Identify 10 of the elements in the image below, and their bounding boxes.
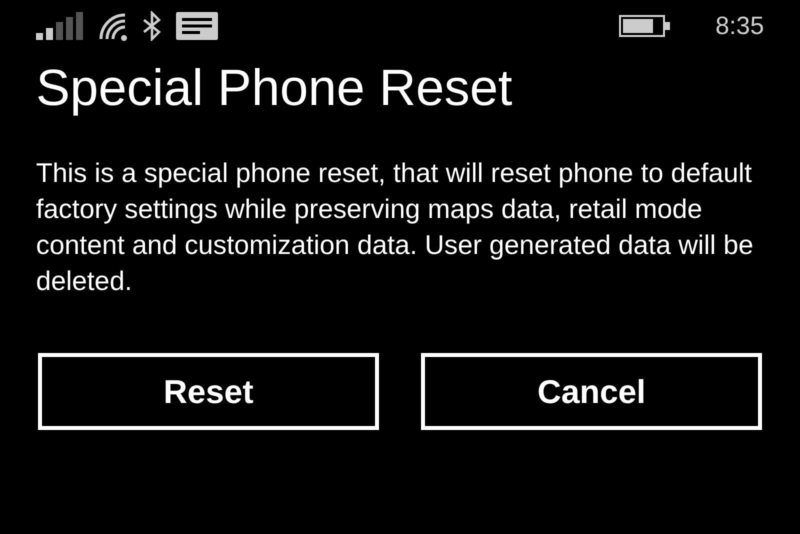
message-text: This is a special phone reset, that will reset phone to default factory settings while preserving maps data, retail mode content and customization data. User generated data will be deleted.: [36, 157, 754, 298]
cancel-button[interactable]: Cancel: [421, 353, 762, 430]
signal-icon: [36, 11, 84, 41]
clock-time: 8:35: [715, 12, 764, 40]
wifi-icon: [98, 11, 128, 41]
dialog-title: Special Phone Reset: [36, 58, 514, 117]
reset-button[interactable]: Reset: [38, 353, 379, 430]
message-icon: [176, 12, 218, 40]
battery-icon: [619, 15, 672, 37]
bluetooth-icon: [142, 11, 162, 41]
